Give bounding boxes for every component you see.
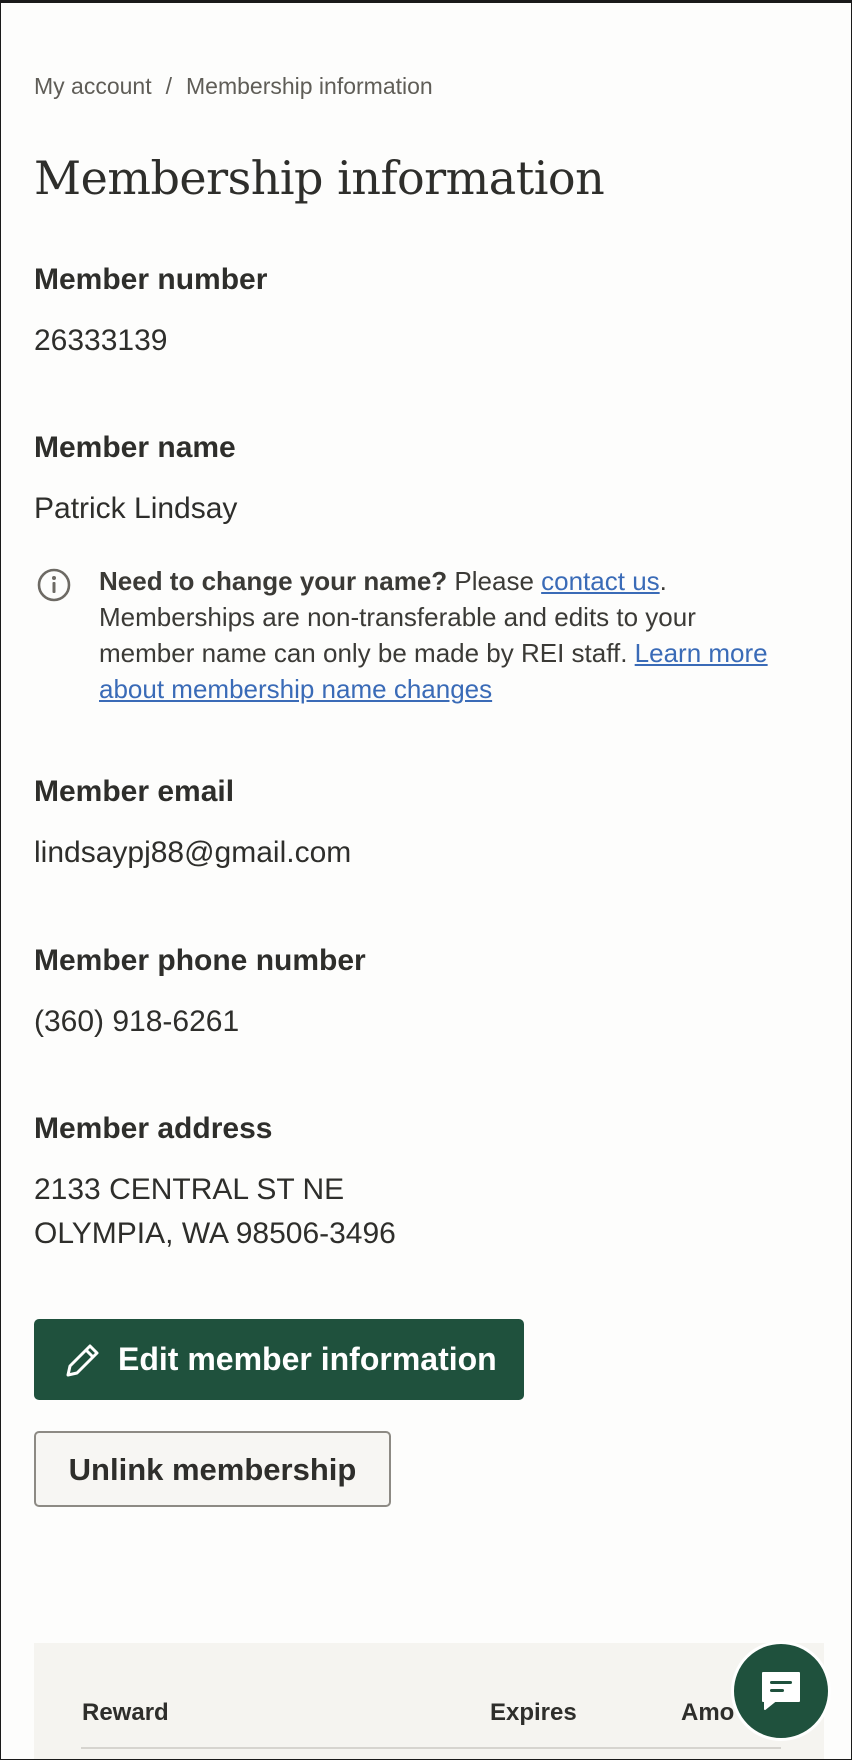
- table-header-divider: [81, 1747, 781, 1749]
- member-name-value: Patrick Lindsay: [34, 492, 238, 525]
- edit-member-information-label: Edit member information: [118, 1341, 497, 1377]
- member-address-line2: OLYMPIA, WA 98506-3496: [34, 1217, 396, 1250]
- notice-heading: Need to change your name?: [99, 566, 448, 596]
- edit-member-information-button[interactable]: Edit member information: [34, 1319, 524, 1400]
- member-email-value: lindsaypj88@gmail.com: [34, 836, 352, 869]
- column-header-expires: Expires: [490, 1699, 577, 1726]
- breadcrumb-current: Membership information: [186, 73, 433, 99]
- info-icon: [37, 568, 71, 602]
- contact-us-link[interactable]: contact us: [541, 566, 660, 596]
- breadcrumb-separator: /: [165, 73, 172, 99]
- notice-pre-link: Please: [447, 566, 542, 596]
- notice-text: Need to change your name? Please contact…: [99, 563, 794, 707]
- pencil-icon: [66, 1344, 99, 1376]
- page-frame: My account / Membership information Member…: [0, 0, 852, 1760]
- member-name-label: Member name: [34, 431, 236, 464]
- member-email-label: Member email: [34, 775, 235, 808]
- chat-icon: [762, 1672, 800, 1710]
- member-number-value: 26333139: [34, 324, 168, 357]
- rewards-table: Reward Expires Amo: [34, 1643, 824, 1759]
- page-title: Membership information: [34, 151, 605, 205]
- column-header-reward: Reward: [82, 1699, 169, 1726]
- column-header-amount: Amo: [681, 1699, 735, 1726]
- unlink-membership-button[interactable]: Unlink membership: [34, 1431, 391, 1507]
- member-phone-value: (360) 918-6261: [34, 1005, 240, 1038]
- chat-button[interactable]: [731, 1641, 831, 1741]
- member-address-label: Member address: [34, 1112, 273, 1145]
- breadcrumb: My account / Membership information: [34, 73, 433, 100]
- member-address-line1: 2133 CENTRAL ST NE: [34, 1173, 345, 1206]
- member-number-label: Member number: [34, 263, 268, 296]
- breadcrumb-my-account[interactable]: My account: [34, 73, 152, 99]
- member-phone-label: Member phone number: [34, 944, 366, 977]
